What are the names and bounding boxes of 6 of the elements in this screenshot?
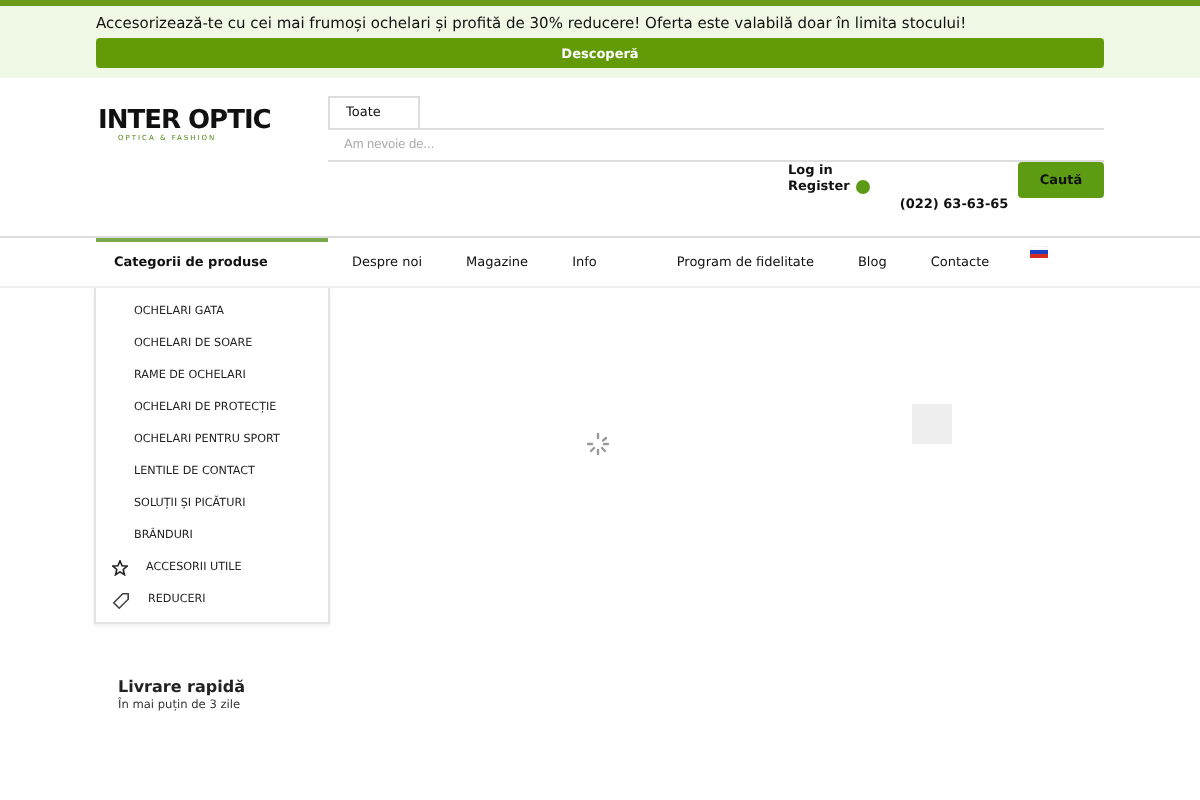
- flag-icon[interactable]: [1029, 246, 1048, 258]
- star-icon: [112, 560, 128, 576]
- tag-icon: [112, 591, 130, 609]
- loading-spinner-icon: [586, 432, 610, 456]
- feature-title: Livrare rapidă: [118, 678, 247, 696]
- account-badge-icon: [855, 179, 870, 193]
